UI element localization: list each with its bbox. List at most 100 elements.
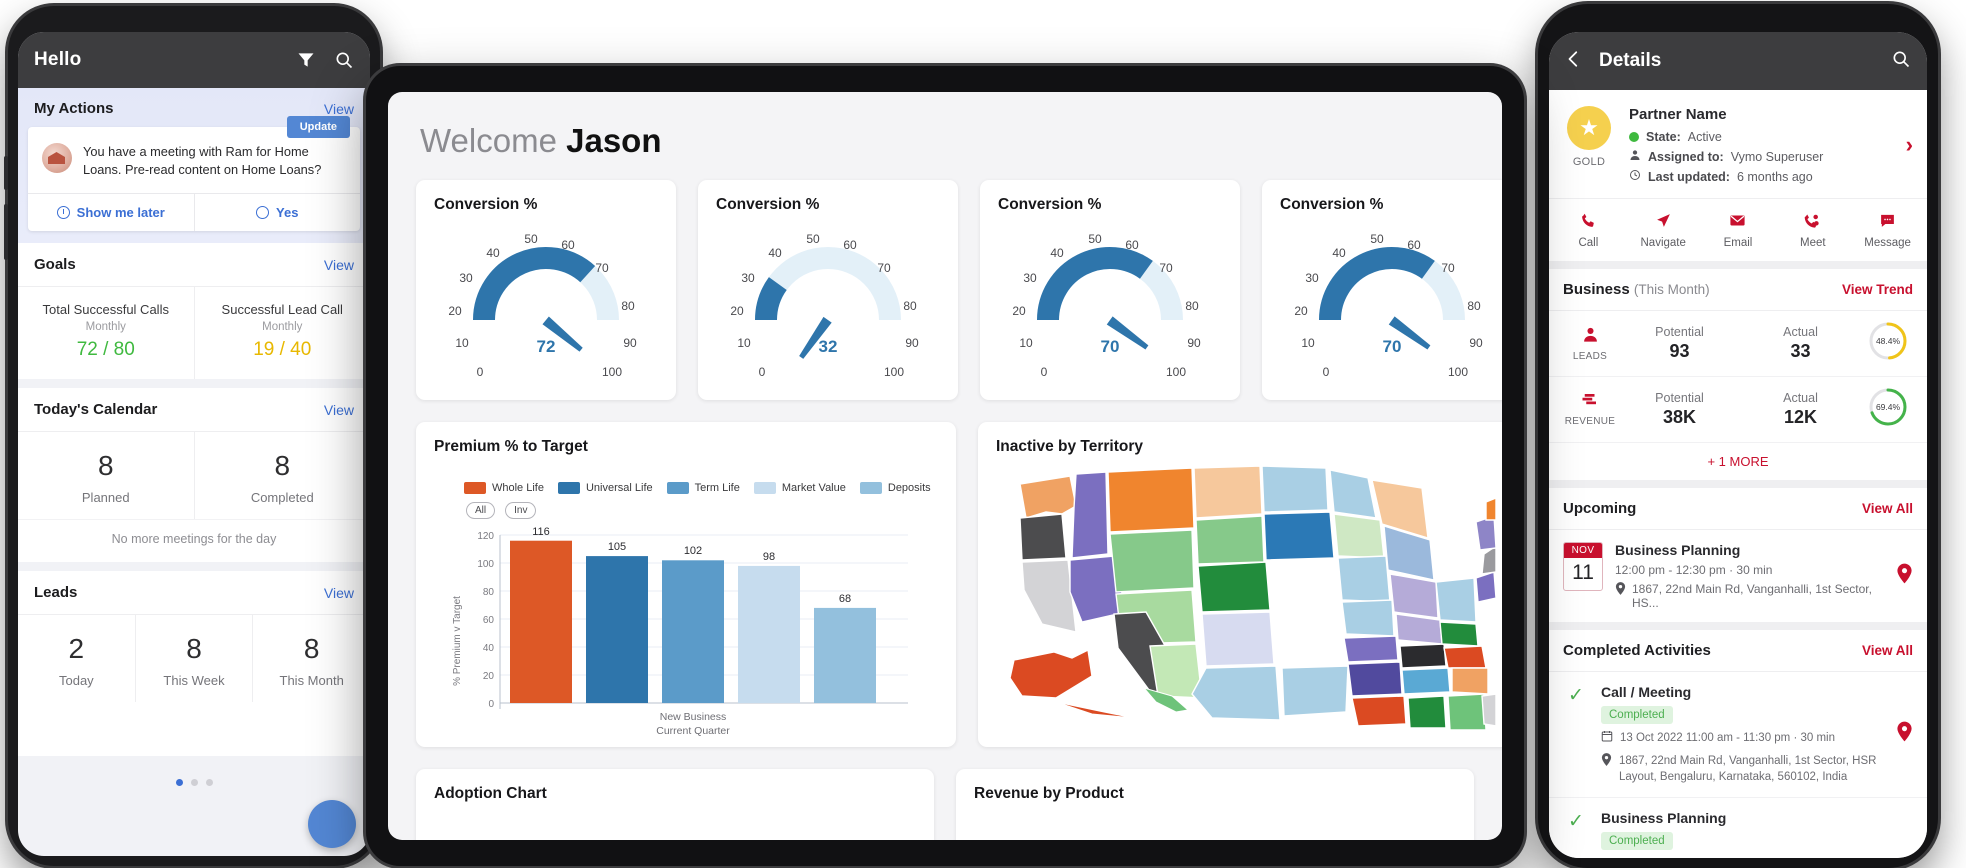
business-more-link[interactable]: + 1 MORE xyxy=(1549,443,1927,480)
leads-count-item[interactable]: 2 Today xyxy=(18,615,135,702)
svg-text:70: 70 xyxy=(1101,337,1120,356)
goals-view-link[interactable]: View xyxy=(324,257,354,273)
show-me-later-button[interactable]: Show me later xyxy=(28,194,194,231)
goal-label: Successful Lead Call xyxy=(221,302,343,318)
completed-header: Completed Activities View All xyxy=(1549,630,1927,672)
business-row-leads[interactable]: LEADS Potential 93 Actual 33 48.4% xyxy=(1549,311,1927,377)
svg-text:50: 50 xyxy=(1088,232,1102,246)
search-icon[interactable] xyxy=(334,50,354,70)
svg-text:70: 70 xyxy=(877,261,891,275)
page-dot[interactable] xyxy=(190,779,198,787)
search-icon[interactable] xyxy=(1891,49,1911,74)
view-trend-link[interactable]: View Trend xyxy=(1842,282,1913,297)
leads-view-link[interactable]: View xyxy=(324,585,354,601)
legend-label: Term Life xyxy=(694,482,740,494)
quick-action-message[interactable]: Message xyxy=(1850,209,1925,249)
legend-item[interactable]: Universal Life xyxy=(557,482,653,494)
gauge-card[interactable]: Conversion % 70 0 10 20 30 40 50 60 70 8… xyxy=(1262,180,1502,400)
goal-item[interactable]: Total Successful Calls Monthly 72 / 80 xyxy=(18,287,194,379)
location-pin-icon[interactable] xyxy=(1896,563,1913,590)
count-caption: Today xyxy=(58,673,94,689)
completed-item-title: Call / Meeting xyxy=(1601,684,1692,700)
volume-up-button[interactable] xyxy=(4,156,8,190)
svg-text:20: 20 xyxy=(730,304,744,318)
legend-swatch xyxy=(557,482,580,494)
update-button[interactable]: Update xyxy=(286,116,350,138)
page-dot[interactable] xyxy=(205,779,213,787)
updated-key: Last updated: xyxy=(1648,169,1730,184)
calendar-counts: 8 Planned 8 Completed xyxy=(18,432,371,520)
my-actions-section: My Actions View Update You have a meetin… xyxy=(18,88,370,244)
calendar-date-badge: NOV 11 xyxy=(1563,542,1603,591)
upcoming-title: Upcoming xyxy=(1563,500,1637,517)
page-indicator[interactable] xyxy=(18,765,370,796)
leads-actual: Actual 33 xyxy=(1740,325,1861,362)
upcoming-item[interactable]: NOV 11 Business Planning 12:00 pm - 12:3… xyxy=(1549,530,1927,622)
territory-map-card[interactable]: Inactive by Territory xyxy=(978,422,1502,747)
goal-item[interactable]: Successful Lead Call Monthly 19 / 40 xyxy=(193,287,371,380)
upcoming-view-all[interactable]: View All xyxy=(1862,501,1913,516)
filter-pill-all[interactable]: All xyxy=(466,502,496,519)
quick-action-email[interactable]: Email xyxy=(1701,209,1776,249)
person-icon xyxy=(1582,327,1599,347)
leads-count-item[interactable]: 8 This Month xyxy=(252,615,370,703)
upcoming-item-body: Business Planning 12:00 pm - 12:30 pm · … xyxy=(1615,542,1884,610)
legend-item[interactable]: Deposits xyxy=(859,482,931,494)
count-caption: This Month xyxy=(279,673,344,689)
chevron-left-icon[interactable] xyxy=(1565,50,1583,73)
leads-count-item[interactable]: 8 This Week xyxy=(134,615,253,703)
chevron-right-icon[interactable]: › xyxy=(1906,132,1913,158)
completed-item-body: Call / Meeting Completed 13 Oct 2022 11:… xyxy=(1601,684,1884,785)
svg-text:0: 0 xyxy=(477,365,484,379)
premium-chart-card[interactable]: Premium % to Target Whole Life Universal… xyxy=(416,422,956,747)
revenue-percent: 69.4% xyxy=(1876,402,1901,412)
business-row-revenue[interactable]: REVENUE Potential 38K Actual 12K 69.4% xyxy=(1549,377,1927,443)
legend-item[interactable]: Whole Life xyxy=(464,482,544,494)
partner-card[interactable]: ★ GOLD Partner Name State: Active Assign… xyxy=(1549,90,1927,261)
quick-action-meet[interactable]: Meet xyxy=(1775,209,1850,249)
svg-text:10: 10 xyxy=(1019,336,1033,350)
svg-text:0: 0 xyxy=(1323,365,1330,379)
calendar-note: No more meetings for the day xyxy=(18,519,370,562)
filter-pill-inv[interactable]: Inv xyxy=(505,502,537,519)
gauge-card[interactable]: Conversion % 32 0 10 20 30 40 50 60 70 8… xyxy=(698,180,958,400)
business-section: Business (This Month) View Trend LEADS P… xyxy=(1549,269,1927,480)
phone-icon xyxy=(1551,209,1626,231)
svg-text:40: 40 xyxy=(483,643,495,654)
goals-stats: Total Successful Calls Monthly 72 / 80 S… xyxy=(18,287,371,380)
location-pin-icon[interactable] xyxy=(1896,721,1913,748)
quick-action-navigate[interactable]: Navigate xyxy=(1626,209,1701,249)
greeting-name: Jason xyxy=(566,122,662,159)
gauge-card[interactable]: Conversion % 70 0 10 20 30 40 50 60 70 8… xyxy=(980,180,1240,400)
calendar-count-item[interactable]: 8 Planned xyxy=(18,432,194,519)
leads-counts: 2 Today 8 This Week 8 This Month xyxy=(18,615,370,703)
goal-label: Total Successful Calls xyxy=(42,302,169,318)
calendar-view-link[interactable]: View xyxy=(324,402,354,418)
completed-view-all[interactable]: View All xyxy=(1862,643,1913,658)
quick-action-call[interactable]: Call xyxy=(1551,209,1626,249)
adoption-chart-card[interactable]: Adoption Chart xyxy=(416,769,934,840)
svg-text:72: 72 xyxy=(537,337,556,356)
svg-text:30: 30 xyxy=(741,271,755,285)
completed-item[interactable]: ✓ Business Planning Completed xyxy=(1549,798,1927,858)
add-fab-button[interactable] xyxy=(308,800,356,848)
svg-text:90: 90 xyxy=(1187,336,1201,350)
count-number: 2 xyxy=(68,633,85,665)
gauge-card[interactable]: Conversion % 72 0 10 20 30 40 50 60 70 8… xyxy=(416,180,676,400)
completed-item[interactable]: ✓ Call / Meeting Completed 13 Oct 2022 1… xyxy=(1549,672,1927,799)
revenue-by-product-title: Revenue by Product xyxy=(974,785,1124,802)
svg-text:50: 50 xyxy=(1370,232,1384,246)
yes-button[interactable]: Yes xyxy=(193,194,361,232)
volume-down-button[interactable] xyxy=(4,204,8,260)
svg-text:20: 20 xyxy=(1012,304,1026,318)
revenue-by-product-card[interactable]: Revenue by Product xyxy=(956,769,1474,840)
svg-text:100: 100 xyxy=(477,559,494,570)
legend-item[interactable]: Market Value xyxy=(753,482,846,494)
my-actions-view-link[interactable]: View xyxy=(324,101,354,117)
filter-icon[interactable] xyxy=(296,50,316,70)
legend-item[interactable]: Term Life xyxy=(666,482,740,494)
us-states-map[interactable] xyxy=(996,462,1497,732)
calendar-count-item[interactable]: 8 Completed xyxy=(193,432,371,520)
legend-swatch xyxy=(464,482,486,494)
page-dot[interactable] xyxy=(175,779,183,787)
